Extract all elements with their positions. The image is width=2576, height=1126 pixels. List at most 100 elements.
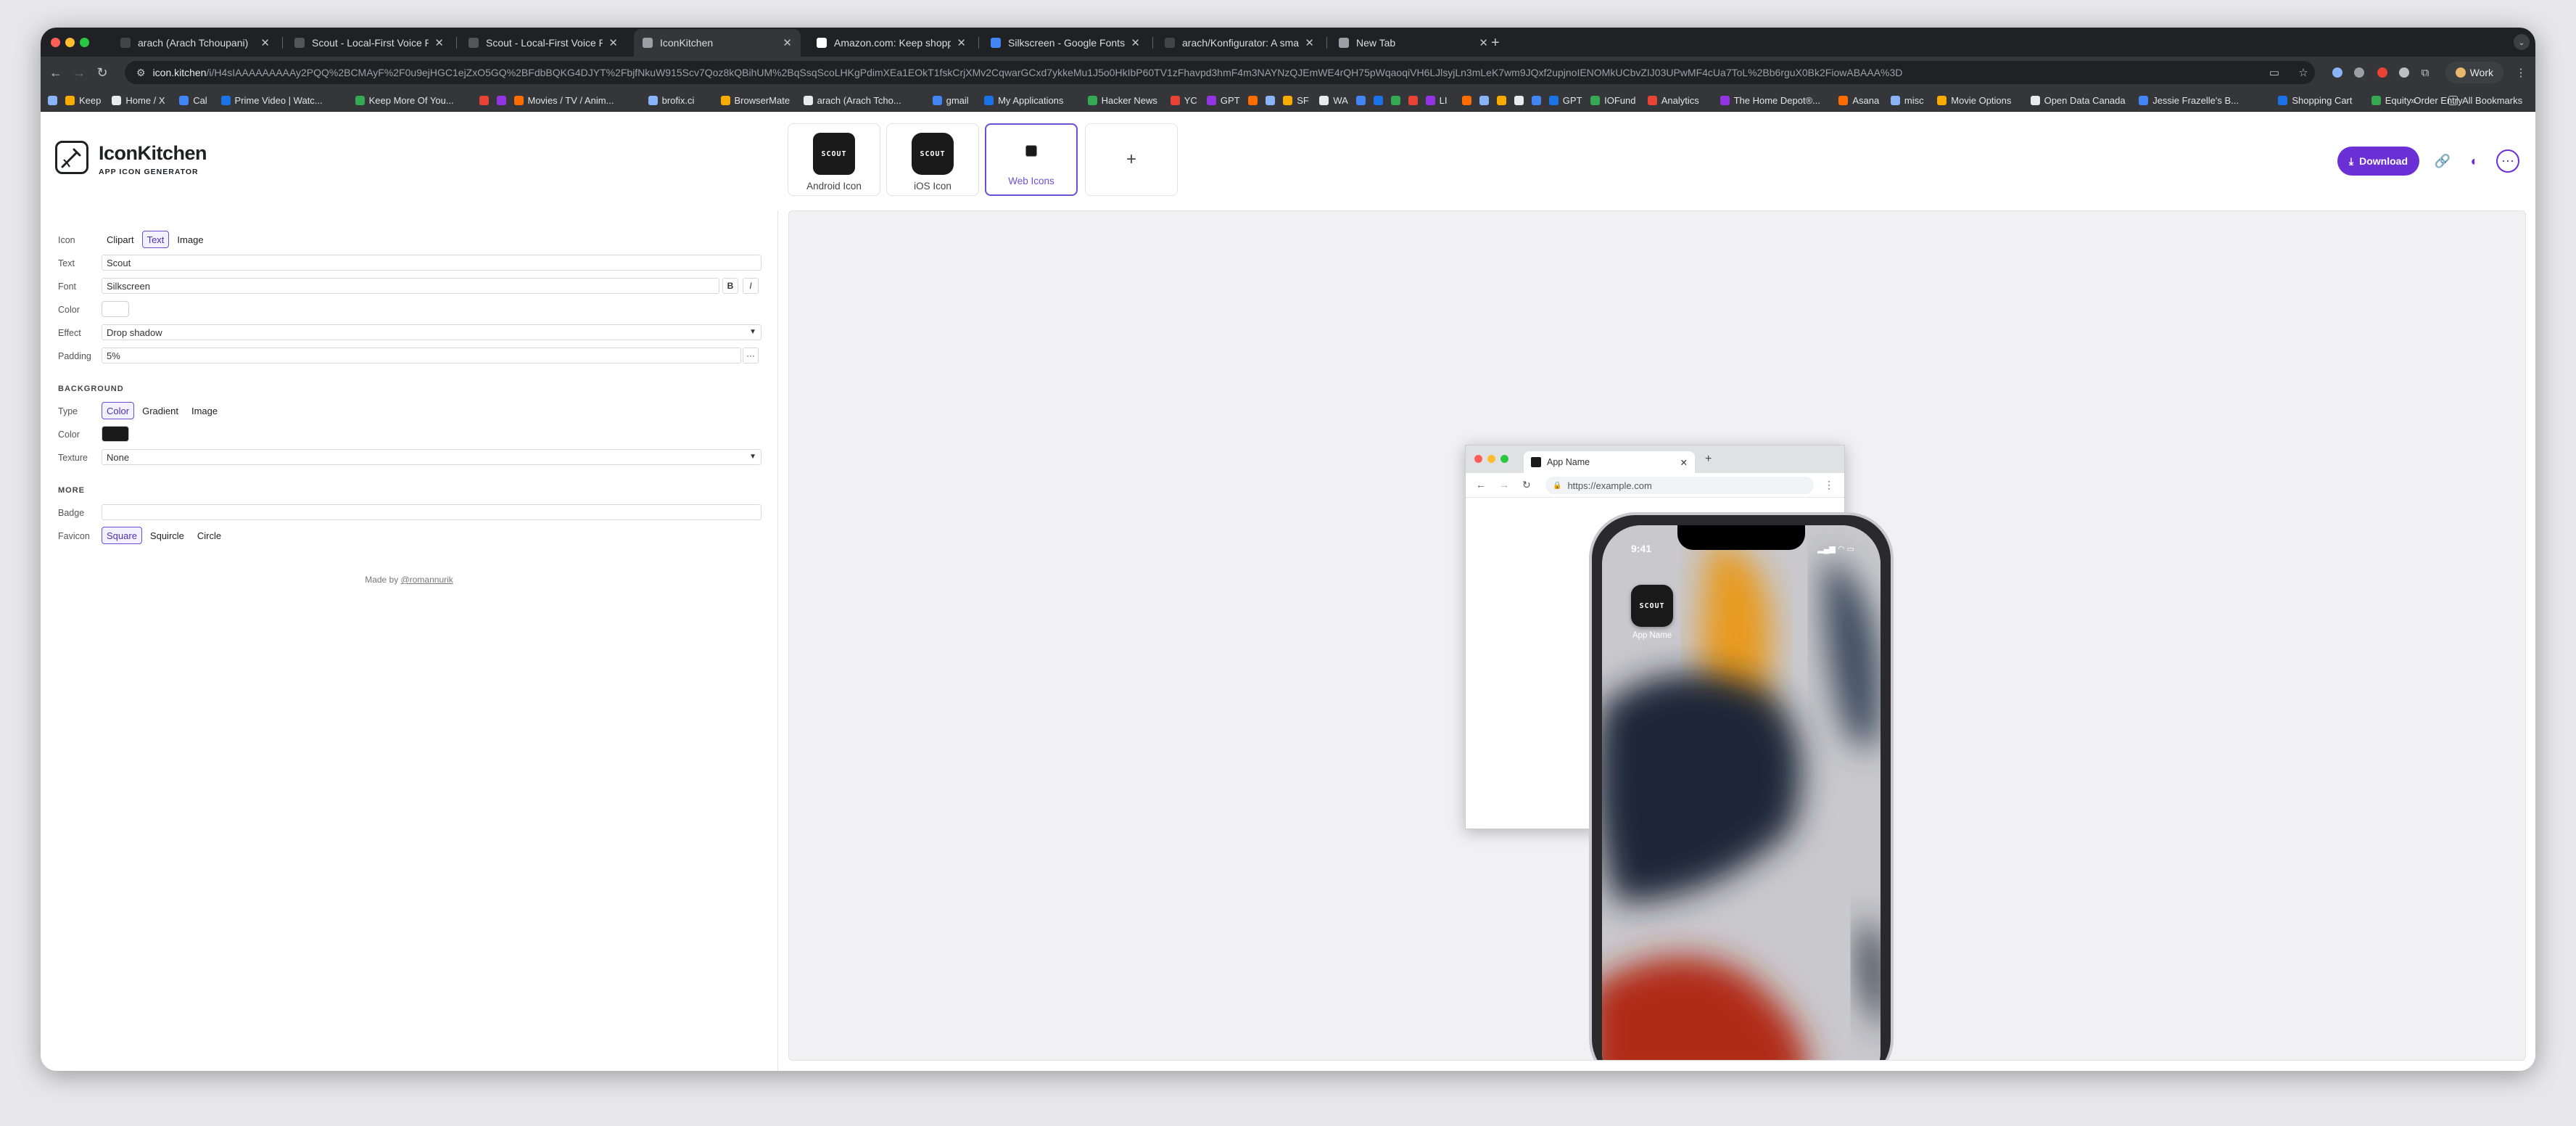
star-icon[interactable]: ☆ — [2296, 65, 2311, 80]
bg-option-color[interactable]: Color — [102, 402, 135, 419]
bookmark-item[interactable] — [1496, 94, 1511, 107]
bold-toggle[interactable]: B — [722, 278, 738, 294]
download-button[interactable]: ⤓ Download — [2337, 147, 2419, 176]
zoom-window-button[interactable] — [80, 38, 89, 47]
extension-icon[interactable] — [2377, 67, 2387, 78]
forward-button[interactable]: → — [70, 63, 88, 82]
favicon-option-squircle[interactable]: Squircle — [145, 527, 189, 544]
close-tab-icon[interactable]: ✕ — [783, 36, 792, 49]
bookmark-item[interactable]: BrowserMate — [720, 94, 790, 107]
bookmark-item[interactable]: Open Data Canada — [2030, 94, 2126, 107]
bg-option-gradient[interactable]: Gradient — [137, 402, 183, 419]
browser-tab[interactable]: Scout - Local-First Voice Re ✕ — [286, 29, 453, 57]
browser-tab[interactable]: IconKitchen ✕ — [634, 29, 801, 57]
foreground-color-swatch[interactable] — [102, 301, 129, 317]
bookmark-item[interactable]: GPT — [1206, 94, 1240, 107]
reload-button[interactable]: ↻ — [93, 63, 112, 82]
extension-icon[interactable] — [2332, 67, 2342, 78]
tab-search-icon[interactable]: ⌄ — [2514, 34, 2530, 50]
bookmark-item[interactable] — [1390, 94, 1405, 107]
extension-icon[interactable] — [2399, 67, 2409, 78]
close-tab-icon[interactable]: ✕ — [608, 36, 618, 49]
bookmark-item[interactable] — [1408, 94, 1422, 107]
dark-mode-icon[interactable]: ◐ — [2461, 148, 2488, 174]
site-info-icon[interactable]: ⚙ — [136, 67, 146, 79]
bookmark-item[interactable] — [479, 94, 493, 107]
bookmark-item[interactable]: Keep More Of You... — [355, 94, 454, 107]
bookmark-item[interactable] — [1373, 94, 1387, 107]
bookmark-item[interactable]: The Home Depot®... — [1720, 94, 1820, 107]
padding-input[interactable]: 5% — [102, 348, 741, 363]
profile-button[interactable]: Work — [2445, 62, 2503, 83]
bg-option-image[interactable]: Image — [186, 402, 223, 419]
bookmark-item[interactable]: Prime Video | Watc... — [220, 94, 323, 107]
back-button[interactable]: ← — [46, 63, 65, 82]
browser-tab[interactable]: arach/Konfigurator: A small u ✕ — [1156, 29, 1323, 57]
bookmark-item[interactable]: Hacker News — [1087, 94, 1157, 107]
bookmark-item[interactable]: Asana — [1838, 94, 1879, 107]
extension-icon[interactable] — [2354, 67, 2364, 78]
bookmark-item[interactable]: misc — [1890, 94, 1924, 107]
bookmark-item[interactable] — [1514, 94, 1528, 107]
italic-toggle[interactable]: I — [743, 278, 759, 294]
bookmark-item[interactable]: Keep — [65, 94, 101, 107]
browser-tab[interactable]: arach (Arach Tchoupani) ✕ — [112, 29, 278, 57]
padding-more-button[interactable]: ··· — [743, 348, 759, 363]
bookmark-item[interactable]: arach (Arach Tcho... — [803, 94, 901, 107]
icon-option-text[interactable]: Text — [141, 231, 170, 248]
bookmark-item[interactable]: Analytics — [1647, 94, 1699, 107]
bookmark-item[interactable] — [1266, 94, 1279, 107]
bookmark-item[interactable]: IOFund — [1590, 94, 1635, 107]
target-web-icons[interactable]: Web Icons — [985, 123, 1078, 196]
bookmark-item[interactable] — [1355, 94, 1370, 107]
bookmark-item[interactable] — [1531, 94, 1545, 107]
minimize-window-button[interactable] — [65, 38, 75, 47]
close-window-button[interactable] — [51, 38, 60, 47]
bookmark-item[interactable] — [1461, 94, 1476, 107]
cast-icon[interactable]: ▭ — [2267, 65, 2282, 80]
close-tab-icon[interactable]: ✕ — [1305, 36, 1314, 49]
bookmark-item[interactable] — [48, 94, 62, 107]
effect-select[interactable]: Drop shadow ▼ — [102, 324, 761, 340]
bookmark-item[interactable]: YC — [1170, 94, 1197, 107]
bookmark-item[interactable]: Movie Options — [1937, 94, 2011, 107]
close-tab-icon[interactable]: ✕ — [957, 36, 966, 49]
badge-input[interactable] — [102, 504, 761, 520]
made-by-link[interactable]: @romannurik — [401, 575, 453, 585]
target-ios-icon[interactable]: SCOUT iOS Icon — [886, 123, 979, 196]
browser-tab[interactable]: Silkscreen - Google Fonts ✕ — [982, 29, 1149, 57]
bookmark-item[interactable]: Shopping Cart — [2278, 94, 2353, 107]
bookmark-item[interactable]: Jessie Frazelle's B... — [2139, 94, 2239, 107]
more-bookmarks-button[interactable]: » — [2411, 94, 2416, 107]
menu-icon[interactable]: ⋮ — [2514, 65, 2528, 80]
bookmark-item[interactable]: brofix.ci — [648, 94, 694, 107]
puzzle-icon[interactable]: ⧉ — [2418, 65, 2432, 80]
more-options-icon[interactable]: ⋯ — [2496, 149, 2519, 173]
bookmark-item[interactable]: Cal — [179, 94, 207, 107]
texture-select[interactable]: None ▼ — [102, 449, 761, 465]
icon-option-clipart[interactable]: Clipart — [102, 231, 139, 248]
new-tab-button[interactable]: + — [1487, 29, 1508, 57]
browser-tab[interactable]: Scout - Local-First Voice Re ✕ — [460, 29, 627, 57]
bookmark-item[interactable]: Movies / TV / Anim... — [513, 94, 614, 107]
bookmark-item[interactable]: My Applications — [984, 94, 1063, 107]
icon-option-image[interactable]: Image — [172, 231, 208, 248]
bookmark-item[interactable] — [1479, 94, 1493, 107]
bookmark-item[interactable]: LI — [1425, 94, 1447, 107]
close-tab-icon[interactable]: ✕ — [1131, 36, 1140, 49]
bookmark-item[interactable]: gmail — [932, 94, 969, 107]
share-link-icon[interactable]: 🔗 — [2430, 148, 2456, 174]
target-android-icon[interactable]: SCOUT Android Icon — [788, 123, 880, 196]
close-tab-icon[interactable]: ✕ — [434, 36, 444, 49]
text-input[interactable]: Scout — [102, 255, 761, 271]
browser-tab[interactable]: New Tab ✕ — [1330, 29, 1497, 57]
favicon-option-circle[interactable]: Circle — [192, 527, 226, 544]
bookmark-item[interactable] — [1248, 94, 1262, 107]
favicon-option-square[interactable]: Square — [102, 527, 142, 544]
font-input[interactable]: Silkscreen — [102, 278, 719, 294]
all-bookmarks-button[interactable]: All Bookmarks — [2448, 94, 2522, 107]
add-target-button[interactable]: + — [1085, 123, 1178, 196]
bookmark-item[interactable]: SF — [1283, 94, 1309, 107]
iconkitchen-logo-icon[interactable] — [55, 141, 88, 174]
bookmark-item[interactable] — [496, 94, 511, 107]
